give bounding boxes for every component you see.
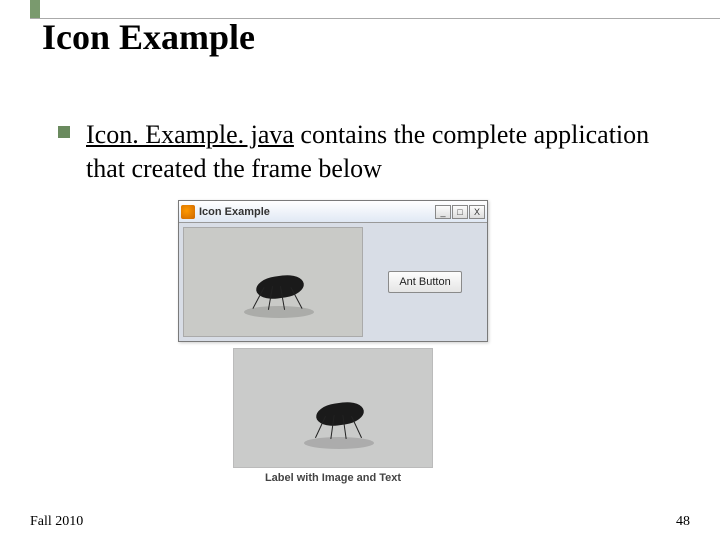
source-file-link[interactable]: Icon. Example. java xyxy=(86,120,294,149)
button-wrap: Ant Button xyxy=(367,227,483,337)
footer-term: Fall 2010 xyxy=(30,514,83,530)
minimize-button[interactable]: _ xyxy=(435,205,451,219)
lower-figure: Label with Image and Text xyxy=(178,348,488,484)
ant-shadow xyxy=(304,437,374,449)
slide-title: Icon Example xyxy=(42,16,255,58)
app-window: Icon Example _ □ X Ant Button xyxy=(178,200,488,342)
maximize-button[interactable]: □ xyxy=(452,205,468,219)
bullet-row: Icon. Example. java contains the complet… xyxy=(58,118,680,186)
bullet-marker-icon xyxy=(58,126,70,138)
ant-button[interactable]: Ant Button xyxy=(388,271,461,293)
java-cup-icon xyxy=(181,205,195,219)
page-number: 48 xyxy=(676,514,690,530)
ant-shadow xyxy=(244,306,314,318)
lower-ant-image xyxy=(233,348,433,468)
close-button[interactable]: X xyxy=(469,205,485,219)
window-client: Ant Button xyxy=(179,223,487,341)
bullet-text: Icon. Example. java contains the complet… xyxy=(86,118,680,186)
ant-image xyxy=(183,227,363,337)
title-accent xyxy=(30,0,40,18)
lower-caption: Label with Image and Text xyxy=(178,472,488,484)
titlebar: Icon Example _ □ X xyxy=(179,201,487,223)
window-title: Icon Example xyxy=(199,206,431,218)
figure-area: Icon Example _ □ X Ant Button xyxy=(178,200,488,484)
window-buttons: _ □ X xyxy=(435,205,485,219)
